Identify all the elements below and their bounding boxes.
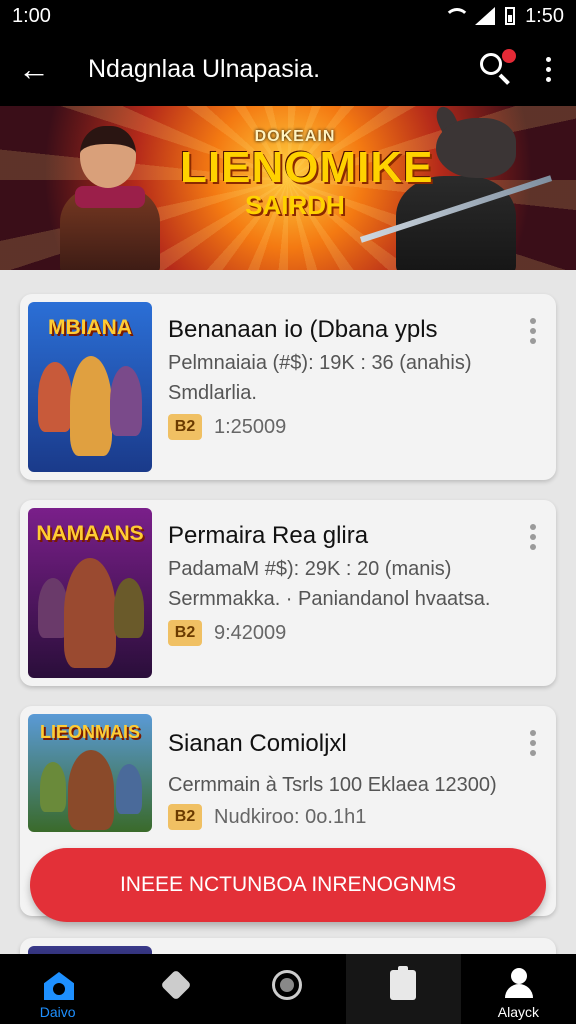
notification-dot [502, 49, 516, 63]
nav-item-profile[interactable]: Alayck [461, 954, 576, 1024]
game-list: MBIANA Benanaan io (Dbana ypls Pelmnaiai… [0, 270, 576, 954]
record-icon [272, 970, 303, 1000]
card-more-icon[interactable] [530, 318, 536, 344]
search-button[interactable] [476, 49, 516, 89]
game-title: Sianan Comioljxl [168, 730, 347, 757]
game-genre: Sermmakka. · Paniandanol hvaatsa. [168, 588, 491, 610]
rating-badge: B2 [168, 804, 202, 830]
game-genre: Smdlarlia. [168, 382, 257, 404]
primary-action-button[interactable]: INEEE NCTUNBOA INRENOGNMS [30, 848, 546, 922]
game-title: Benanaan io (Dbana ypls [168, 316, 438, 343]
game-thumbnail: MBIANA [28, 302, 152, 472]
nav-item-record[interactable] [230, 954, 345, 1024]
status-icons: 1:50 [443, 5, 564, 28]
nav-item-clipboard[interactable] [345, 954, 461, 1024]
card-more-icon[interactable] [530, 730, 536, 756]
nav-item-tag[interactable] [115, 954, 230, 1024]
page-title: Ndagnlaa Ulnapasia. [88, 54, 321, 83]
tag-icon [160, 969, 192, 1001]
rating-badge: B2 [168, 414, 202, 440]
status-time-right: 1:50 [525, 4, 564, 27]
search-icon [480, 53, 502, 75]
game-stats: Pelmnaiaia (#$): 19K : 36 (anahis) [168, 352, 472, 374]
list-item[interactable]: MBIANA Benanaan io (Dbana ypls Pelmnaiai… [20, 294, 556, 480]
signal-icon [475, 7, 496, 25]
banner-logo: DOKEAIN LIENOMIKE SAIRDH [180, 128, 434, 220]
back-arrow-icon[interactable]: ← [18, 53, 58, 85]
game-stats: Cermmain à Tsrls 100 Eklaea 12300) [168, 774, 497, 796]
release-info: Nudkiroo: 0o.1h1 [214, 806, 367, 828]
card-more-icon[interactable] [530, 524, 536, 550]
game-stats: PadamaM #$): 29K : 20 (manis) [168, 558, 452, 580]
list-item[interactable] [20, 938, 556, 954]
list-item[interactable]: NAMAANS Permaira Rea glira PadamaM #$): … [20, 500, 556, 686]
clipboard-icon [389, 966, 416, 1000]
app-bar: ← Ndagnlaa Ulnapasia. [0, 32, 576, 106]
profile-icon [510, 968, 527, 984]
game-title: Permaira Rea glira [168, 522, 369, 549]
status-bar: 1:00 1:50 [0, 0, 576, 32]
rating-badge: B2 [168, 620, 202, 646]
release-info: 1:25009 [214, 416, 287, 438]
wifi-icon [443, 8, 471, 24]
game-thumbnail: NAMAANS [28, 508, 152, 678]
promo-banner[interactable]: DOKEAIN LIENOMIKE SAIRDH [0, 106, 576, 270]
more-options-icon[interactable] [538, 56, 558, 82]
status-time-left: 1:00 [12, 4, 51, 27]
home-icon [44, 972, 74, 1000]
game-thumbnail: LIEONMAIS [28, 714, 152, 832]
release-info: 9:42009 [214, 622, 287, 644]
battery-icon [505, 7, 516, 25]
nav-item-home[interactable]: Daivo [0, 954, 115, 1024]
hero-character-left [30, 116, 180, 270]
bottom-navigation: Daivo Alayck [0, 954, 576, 1024]
